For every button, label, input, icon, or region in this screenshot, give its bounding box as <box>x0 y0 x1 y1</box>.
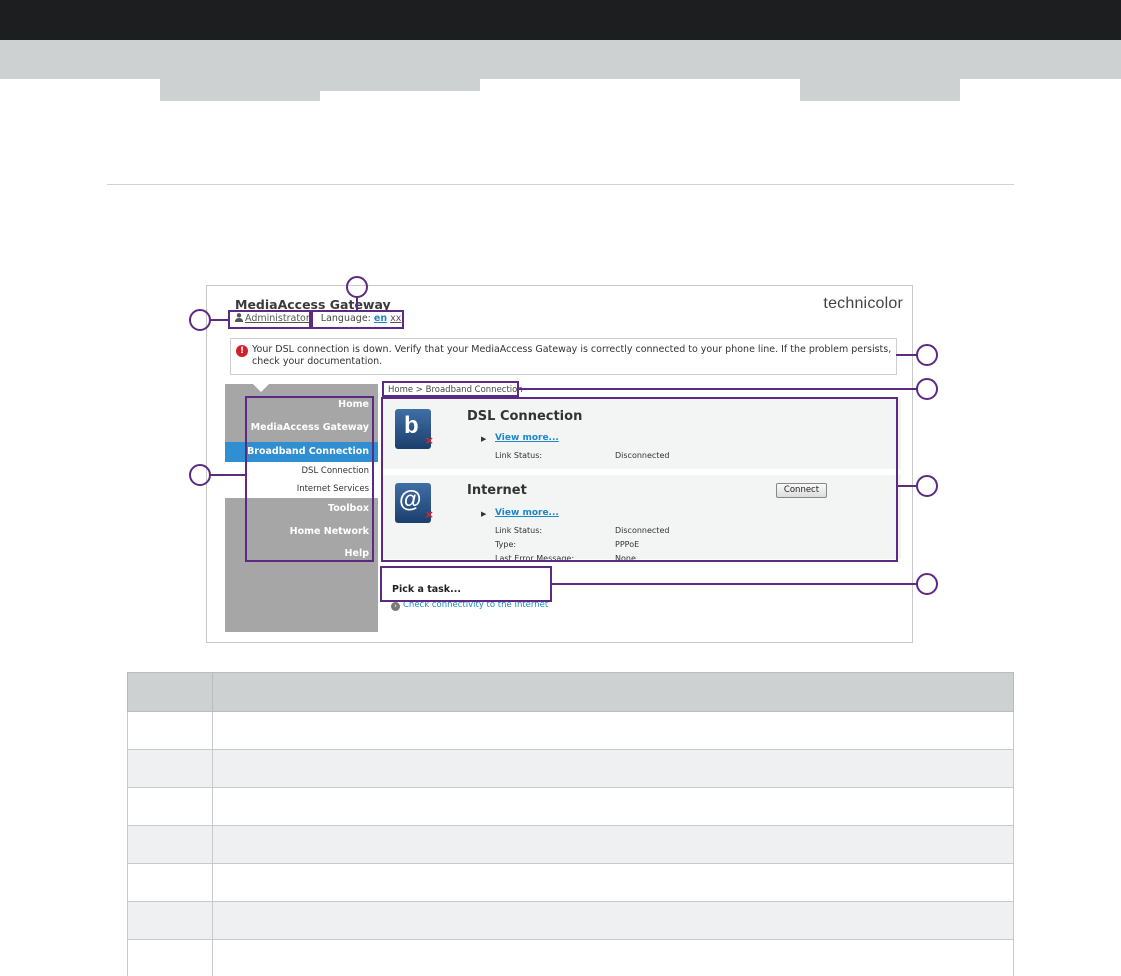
legend-table <box>127 672 1014 976</box>
legend-row <box>127 863 1014 902</box>
header-tab-2 <box>320 79 480 91</box>
internet-type-value: PPPoE <box>615 540 640 549</box>
gateway-page: MediaAccess Gateway technicolor Administ… <box>225 286 909 632</box>
app-title: MediaAccess Gateway <box>235 297 391 312</box>
language-en-link[interactable]: en <box>374 313 387 324</box>
arrow-right-icon: ▶ <box>481 510 487 518</box>
user-bar: Administrator Language: en xx <box>235 313 401 324</box>
internet-type-label: Type: <box>495 540 517 549</box>
document-subheader-bar <box>0 40 1121 79</box>
task-link-label: Check connectivity to the Internet <box>403 600 549 610</box>
dsl-view-more-link[interactable]: View more... <box>495 433 559 443</box>
callout-circle-3 <box>916 344 938 366</box>
task-title: Pick a task... <box>392 584 461 595</box>
gateway-screenshot: MediaAccess Gateway technicolor Administ… <box>206 285 913 643</box>
nav-toolbox[interactable]: Toolbox <box>328 503 369 514</box>
nav-home-network[interactable]: Home Network <box>290 526 369 537</box>
legend-row <box>127 939 1014 976</box>
error-icon: ! <box>236 345 248 357</box>
internet-error-value: None <box>615 554 636 560</box>
header-tab-3 <box>800 79 960 101</box>
sidebar-nav: Home MediaAccess Gateway Broadband Conne… <box>225 384 378 632</box>
legend-row <box>127 901 1014 940</box>
dsl-link-status-value: Disconnected <box>615 451 670 460</box>
callout-circle-6 <box>916 475 938 497</box>
brand-logo: technicolor <box>823 295 903 312</box>
nav-help[interactable]: Help <box>345 548 369 559</box>
dsl-title: DSL Connection <box>467 409 583 424</box>
nav-subitems: DSL Connection Internet Services <box>225 462 378 498</box>
internet-link-status-value: Disconnected <box>615 526 670 535</box>
arrow-right-icon: ▶ <box>481 435 487 443</box>
breadcrumb: Home > Broadband Connection <box>388 385 523 395</box>
content-panel <box>383 399 901 559</box>
legend-row <box>127 749 1014 788</box>
legend-row <box>127 825 1014 864</box>
task-link[interactable]: › Check connectivity to the Internet <box>391 600 548 611</box>
header-tab-1 <box>160 79 320 101</box>
language-label: Language: <box>320 313 371 324</box>
user-icon <box>235 313 243 322</box>
internet-view-more-link[interactable]: View more... <box>495 508 559 518</box>
language-xx-link[interactable]: xx <box>390 313 401 324</box>
internet-link-status-label: Link Status: <box>495 526 543 535</box>
internet-error-label: Last Error Message: <box>495 554 575 560</box>
document-header-bar <box>0 0 1121 40</box>
legend-row <box>127 711 1014 750</box>
legend-row <box>127 787 1014 826</box>
callout-circle-4 <box>916 378 938 400</box>
nav-internet-services[interactable]: Internet Services <box>297 484 369 494</box>
alert-text: Your DSL connection is down. Verify that… <box>252 344 892 367</box>
section-divider <box>107 184 1014 185</box>
nav-broadband-connection[interactable]: Broadband Connection <box>225 442 378 462</box>
dsl-alert: ! Your DSL connection is down. Verify th… <box>230 338 897 375</box>
callout-circle-7 <box>916 573 938 595</box>
task-bullet-icon: › <box>391 602 400 611</box>
connect-button[interactable]: Connect <box>776 483 827 498</box>
dsl-link-status-label: Link Status: <box>495 451 543 460</box>
panel-separator <box>383 469 901 475</box>
broadband-icon: b × <box>395 409 434 449</box>
nav-dsl-connection[interactable]: DSL Connection <box>302 466 369 476</box>
disconnected-x-icon: × <box>424 508 434 521</box>
nav-broadband-label: Broadband Connection <box>247 446 369 457</box>
internet-title: Internet <box>467 483 527 498</box>
user-link[interactable]: Administrator <box>245 313 310 324</box>
legend-header-row <box>127 672 1014 712</box>
disconnected-x-icon: × <box>424 434 434 447</box>
nav-mediaaccess-gateway[interactable]: MediaAccess Gateway <box>251 422 369 433</box>
sidebar-notch <box>253 384 269 392</box>
internet-at-icon: @ × <box>395 483 434 523</box>
nav-home[interactable]: Home <box>338 399 369 410</box>
